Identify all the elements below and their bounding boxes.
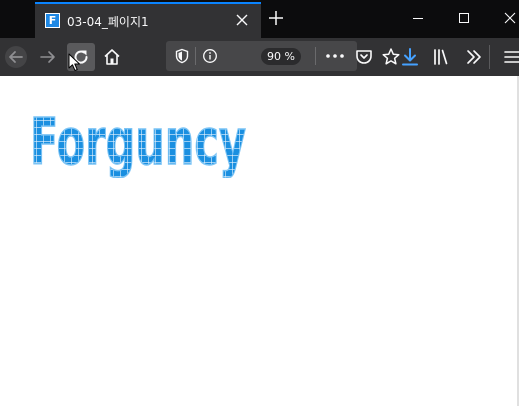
pocket-icon[interactable] — [352, 45, 376, 69]
hamburger-menu-icon[interactable] — [501, 45, 519, 69]
forward-button[interactable] — [36, 45, 60, 69]
tab-strip: F 03-04_페이지1 — [0, 0, 519, 38]
new-tab-button[interactable] — [268, 10, 284, 26]
shield-icon[interactable] — [174, 48, 190, 64]
info-icon[interactable] — [202, 48, 218, 64]
forguncy-logo-image: Forguncy — [29, 105, 247, 181]
library-icon[interactable] — [430, 45, 454, 69]
home-button[interactable] — [100, 45, 124, 69]
back-button[interactable] — [4, 45, 28, 69]
address-bar[interactable]: 90 % — [166, 41, 357, 71]
zoom-level-badge[interactable]: 90 % — [261, 48, 301, 65]
close-window-button[interactable] — [502, 10, 518, 26]
download-icon[interactable] — [398, 45, 422, 69]
forguncy-favicon-icon: F — [45, 13, 60, 28]
tab-title: 03-04_페이지1 — [67, 15, 149, 29]
toolbar-separator — [489, 45, 490, 69]
forguncy-logo: Forguncy — [29, 100, 255, 182]
more-horizontal-icon[interactable] — [324, 48, 346, 64]
url-separator — [195, 47, 196, 65]
tab-active[interactable]: F 03-04_페이지1 — [35, 2, 261, 38]
minimize-button[interactable] — [410, 10, 426, 26]
close-tab-icon[interactable] — [234, 12, 250, 28]
chevron-double-right-icon[interactable] — [462, 45, 486, 69]
maximize-button[interactable] — [456, 10, 472, 26]
logo-text: Forguncy — [30, 106, 246, 178]
browser-window: F 03-04_페이지1 90 % Forguncy — [0, 0, 519, 406]
mouse-cursor-icon — [68, 53, 80, 71]
url-separator — [315, 47, 316, 65]
